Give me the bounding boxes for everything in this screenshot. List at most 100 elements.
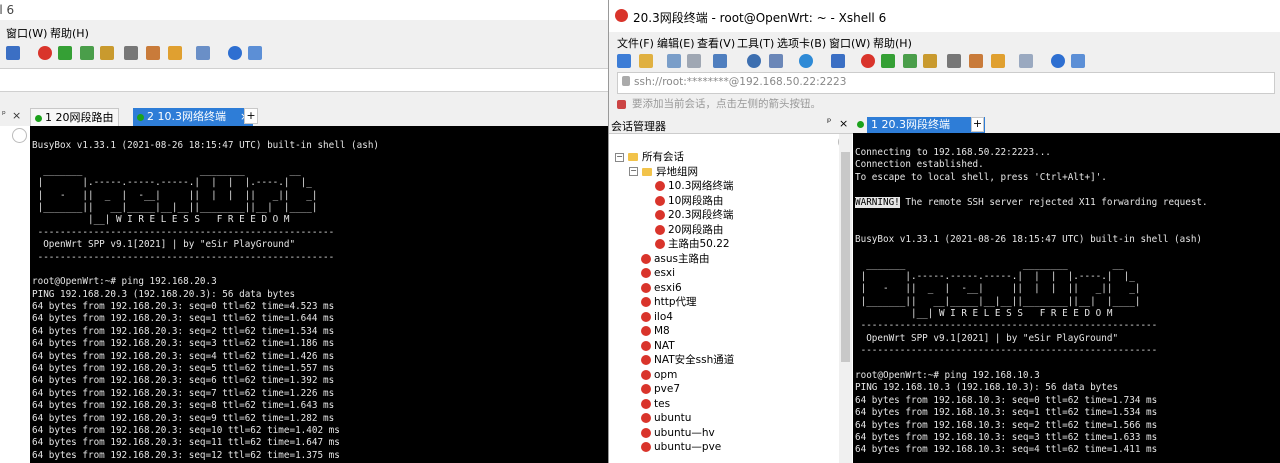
session-item[interactable]: ubuntu <box>641 411 691 425</box>
left-terminal[interactable]: BusyBox v1.33.1 (2021-08-26 18:15:47 UTC… <box>30 126 608 463</box>
xshell-icon[interactable] <box>38 46 52 60</box>
session-item[interactable]: esxi6 <box>641 281 682 295</box>
compose-icon[interactable] <box>991 54 1005 68</box>
session-folder[interactable]: − 所有会话 <box>615 150 684 164</box>
session-label: ubuntu <box>654 412 692 424</box>
fullscreen-icon[interactable] <box>80 46 94 60</box>
pin-icon[interactable]: ᵖ <box>2 110 6 120</box>
open-folder-icon[interactable] <box>639 54 653 68</box>
right-xshell-window: 20.3网段终端 - root@OpenWrt: ~ - Xshell 6 文件… <box>608 0 1280 463</box>
menu-view[interactable]: 查看(V) <box>697 35 735 51</box>
right-terminal[interactable]: Connecting to 192.168.50.22:2223... Conne… <box>853 133 1280 463</box>
session-folder[interactable]: − 异地组网 <box>629 165 698 179</box>
menu-tabs[interactable]: 选项卡(B) <box>777 35 826 51</box>
session-manager-header: 会话管理器 ᵖ × <box>609 116 853 134</box>
properties-icon[interactable] <box>713 54 727 68</box>
menu-help[interactable]: 帮助(H) <box>50 25 89 41</box>
pin-icon[interactable]: ᵖ <box>827 117 831 128</box>
tab-10-3-terminal[interactable]: 2 10.3网络终端× <box>133 108 254 126</box>
new-tab-button[interactable]: + <box>971 117 984 132</box>
new-tab-button[interactable]: + <box>244 108 258 124</box>
compose-icon[interactable] <box>168 46 182 60</box>
keyboard-icon[interactable] <box>947 54 961 68</box>
find-icon[interactable] <box>747 54 761 68</box>
terminal-line: |_______|| __|_____|__|__||________||__|… <box>855 295 1141 307</box>
session-item[interactable]: 20网段路由 <box>655 223 723 237</box>
font-icon[interactable] <box>6 46 20 60</box>
session-item[interactable]: NAT安全ssh通道 <box>641 353 734 367</box>
left-toolbar <box>0 44 608 64</box>
session-item[interactable]: 10网段路由 <box>655 194 723 208</box>
terminal-line: Connection established. <box>855 159 984 171</box>
bookmark-icon[interactable] <box>617 99 626 109</box>
session-item[interactable]: esxi <box>641 266 675 280</box>
lock-icon[interactable] <box>100 46 114 60</box>
session-item[interactable]: pve7 <box>641 382 680 396</box>
session-item[interactable]: ilo4 <box>641 310 673 324</box>
terminal-line: ----------------------------------------… <box>855 320 1158 332</box>
session-item[interactable]: 20.3网段终端 <box>655 208 733 222</box>
menu-help[interactable]: 帮助(H) <box>873 35 912 51</box>
left-title-text: ll 6 <box>0 3 15 17</box>
session-scrollbar[interactable] <box>839 134 852 463</box>
session-item[interactable]: ubuntu—pve <box>641 440 721 454</box>
session-item[interactable]: http代理 <box>641 295 697 309</box>
tab-20-3-terminal[interactable]: 1 20.3网段终端× <box>867 117 986 133</box>
scroll-thumb[interactable] <box>841 152 850 362</box>
terminal-line: _______ ________ __ <box>855 258 1124 270</box>
connect-icon[interactable] <box>667 54 681 68</box>
close-icon[interactable]: × <box>12 109 21 122</box>
highlight-icon[interactable] <box>969 54 983 68</box>
session-icon <box>641 355 651 365</box>
chat-icon[interactable] <box>248 46 262 60</box>
xftp-icon[interactable] <box>58 46 72 60</box>
session-item[interactable]: ubuntu—hv <box>641 426 715 440</box>
terminal-line: 64 bytes from 192.168.10.3: seq=3 ttl=62… <box>855 431 1158 443</box>
session-icon <box>641 369 651 380</box>
globe-icon[interactable] <box>799 54 813 68</box>
search-icon[interactable] <box>12 128 27 143</box>
highlight-icon[interactable] <box>146 46 160 60</box>
terminal-line: 64 bytes from 192.168.20.3: seq=0 ttl=62… <box>32 301 335 313</box>
help-icon[interactable] <box>228 46 242 60</box>
collapse-icon[interactable]: − <box>629 167 638 176</box>
new-session-icon[interactable] <box>617 54 631 68</box>
session-item[interactable]: M8 <box>641 324 670 338</box>
session-item[interactable]: tes <box>641 397 670 411</box>
xftp-icon[interactable] <box>881 54 895 68</box>
menu-file[interactable]: 文件(F) <box>617 35 654 51</box>
font-icon[interactable] <box>831 54 845 68</box>
left-terminal-output: BusyBox v1.33.1 (2021-08-26 18:15:47 UTC… <box>32 140 379 462</box>
keyboard-icon[interactable] <box>124 46 138 60</box>
print-icon[interactable] <box>769 54 783 68</box>
address-bar[interactable]: ssh://root:********@192.168.50.22:2223 <box>617 72 1275 94</box>
session-icon <box>641 442 651 452</box>
menu-window[interactable]: 窗口(W) <box>829 35 870 51</box>
session-label: pve7 <box>654 383 681 395</box>
layout-icon[interactable] <box>196 46 210 60</box>
close-icon[interactable]: × <box>839 117 848 130</box>
left-address-bar[interactable] <box>0 68 608 92</box>
menu-tools[interactable]: 工具(T) <box>737 35 774 51</box>
session-item[interactable]: 10.3网络终端 <box>655 179 733 193</box>
session-item[interactable]: asus主路由 <box>641 252 710 266</box>
session-item[interactable]: opm <box>641 368 677 382</box>
layout-icon[interactable] <box>1019 54 1033 68</box>
disconnect-icon[interactable] <box>687 54 701 68</box>
tab-label: 1 20.3网段终端 <box>871 118 950 131</box>
tab-20-route[interactable]: 1 20网段路由 <box>30 108 119 127</box>
xshell-icon[interactable] <box>861 54 875 68</box>
fullscreen-icon[interactable] <box>903 54 917 68</box>
chat-icon[interactable] <box>1071 54 1085 68</box>
menu-window[interactable]: 窗口(W) <box>6 25 47 41</box>
session-item[interactable]: 主路由50.22 <box>655 237 730 251</box>
right-title-bar: 20.3网段终端 - root@OpenWrt: ~ - Xshell 6 <box>609 0 1280 32</box>
menu-edit[interactable]: 编辑(E) <box>657 35 695 51</box>
session-label: 10.3网络终端 <box>668 180 734 192</box>
terminal-line: root@OpenWrt:~# ping 192.168.20.3 <box>32 276 217 288</box>
collapse-icon[interactable]: − <box>615 152 624 162</box>
lock-icon[interactable] <box>923 54 937 68</box>
help-icon[interactable] <box>1051 54 1065 68</box>
session-item[interactable]: NAT <box>641 339 675 353</box>
